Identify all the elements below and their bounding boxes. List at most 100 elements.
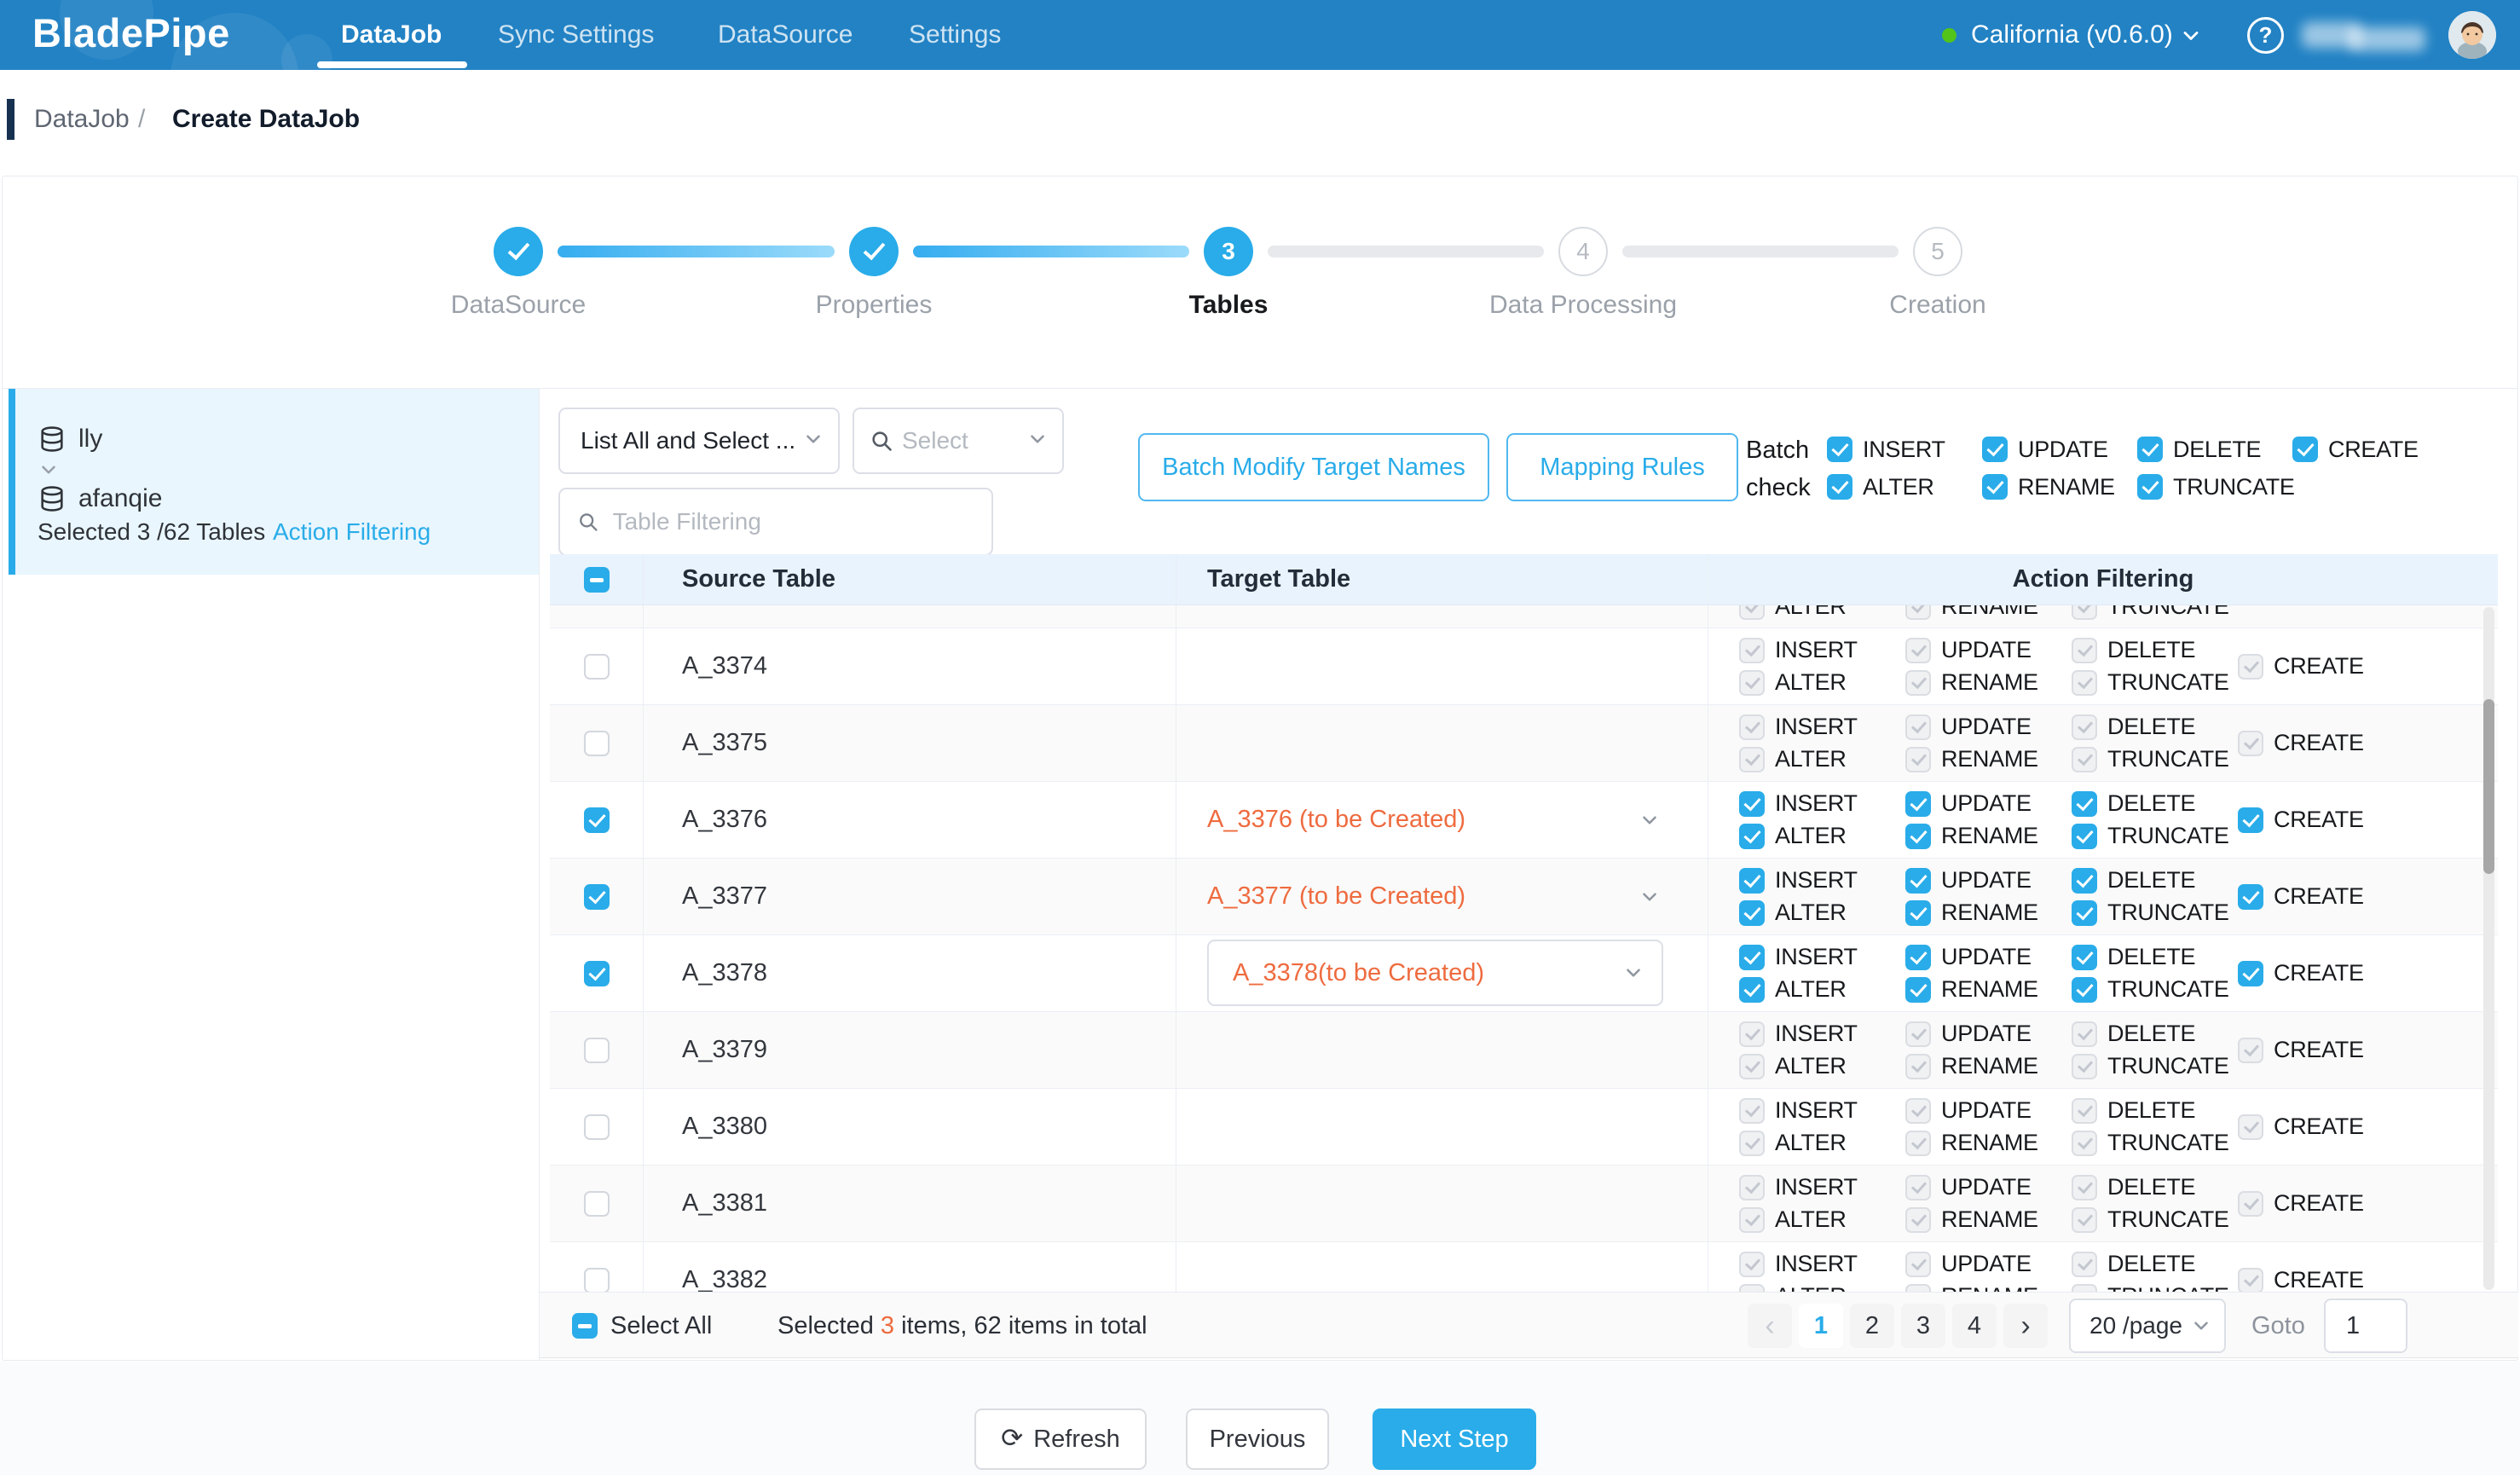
- action-rename-checkbox[interactable]: [1905, 977, 1931, 1003]
- action-update-label: UPDATE: [1941, 944, 2032, 970]
- action-create-checkbox: [2238, 654, 2263, 680]
- row-checkbox[interactable]: [584, 884, 610, 910]
- row-checkbox[interactable]: [584, 961, 610, 986]
- action-create-checkbox: [2238, 1191, 2263, 1217]
- mapping-rules-button[interactable]: Mapping Rules: [1506, 433, 1738, 501]
- action-create-checkbox[interactable]: [2238, 961, 2263, 986]
- row-checkbox[interactable]: [584, 1114, 610, 1140]
- refresh-button[interactable]: ⟳Refresh: [974, 1408, 1147, 1470]
- top-nav: BladePipe DataJob Sync Settings DataSour…: [0, 0, 2520, 70]
- action-create-checkbox[interactable]: [2238, 807, 2263, 833]
- pagination-prev-button[interactable]: ‹: [1748, 1304, 1792, 1348]
- step-label-datasource: DataSource: [373, 291, 663, 320]
- pagination-page-4[interactable]: 4: [1952, 1304, 1997, 1348]
- batch-check-label-line1: Batch: [1746, 437, 1809, 465]
- action-update-checkbox[interactable]: [1905, 791, 1931, 817]
- schema-select[interactable]: Select: [853, 408, 1064, 474]
- batch-update-checkbox[interactable]: [1982, 437, 2008, 462]
- action-truncate-checkbox[interactable]: [2072, 900, 2097, 926]
- action-create-label: CREATE: [2274, 653, 2364, 680]
- batch-rename-checkbox[interactable]: [1982, 474, 2008, 500]
- sidebar-selected-pair[interactable]: [9, 389, 539, 575]
- nav-item-settings[interactable]: Settings: [909, 0, 1001, 70]
- pagination-page-2[interactable]: 2: [1850, 1304, 1894, 1348]
- row-checkbox[interactable]: [584, 807, 610, 833]
- action-delete-checkbox: [2072, 1252, 2097, 1277]
- step-connector: [1268, 246, 1544, 257]
- row-checkbox[interactable]: [584, 1038, 610, 1063]
- scrollbar-thumb[interactable]: [2483, 699, 2494, 874]
- action-delete-label: DELETE: [2107, 1251, 2195, 1277]
- next-step-button[interactable]: Next Step: [1373, 1408, 1536, 1470]
- batch-insert-checkbox[interactable]: [1827, 437, 1852, 462]
- action-delete-checkbox[interactable]: [2072, 791, 2097, 817]
- chevron-down-icon[interactable]: [2179, 24, 2203, 48]
- schema-select-placeholder: Select: [902, 427, 968, 454]
- goto-page-input[interactable]: [2324, 1299, 2407, 1353]
- action-rename-checkbox: [1905, 1284, 1931, 1293]
- target-table-name[interactable]: A_3377 (to be Created): [1207, 882, 1465, 911]
- page-size-select[interactable]: 20 /page: [2069, 1299, 2226, 1353]
- nav-item-datajob[interactable]: DataJob: [341, 0, 442, 70]
- action-filtering-link[interactable]: Action Filtering: [273, 518, 431, 546]
- sidebar-target-row[interactable]: afanqie: [38, 484, 162, 513]
- target-db-name: afanqie: [78, 484, 162, 513]
- pagination-page-3[interactable]: 3: [1901, 1304, 1945, 1348]
- batch-create-checkbox[interactable]: [2292, 437, 2318, 462]
- action-create-checkbox[interactable]: [2238, 884, 2263, 910]
- nav-item-sync-settings[interactable]: Sync Settings: [498, 0, 654, 70]
- batch-alter-checkbox[interactable]: [1827, 474, 1852, 500]
- step-circle-datasource: [494, 227, 543, 276]
- action-insert-checkbox[interactable]: [1739, 868, 1765, 894]
- action-alter-checkbox[interactable]: [1739, 824, 1765, 849]
- help-icon[interactable]: ?: [2247, 17, 2284, 54]
- action-rename-checkbox[interactable]: [1905, 824, 1931, 849]
- action-insert-checkbox[interactable]: [1739, 791, 1765, 817]
- divider: [539, 389, 540, 1360]
- batch-truncate-checkbox[interactable]: [2137, 474, 2163, 500]
- action-truncate-checkbox[interactable]: [2072, 824, 2097, 849]
- nav-item-datasource[interactable]: DataSource: [718, 0, 853, 70]
- action-truncate-checkbox: [2072, 605, 2097, 620]
- action-insert-checkbox: [1739, 1252, 1765, 1277]
- action-truncate-checkbox[interactable]: [2072, 977, 2097, 1003]
- batch-delete-label: DELETE: [2173, 437, 2261, 463]
- vertical-scrollbar[interactable]: [2483, 607, 2494, 1290]
- row-checkbox[interactable]: [584, 1268, 610, 1293]
- row-checkbox[interactable]: [584, 731, 610, 756]
- action-rename-checkbox[interactable]: [1905, 900, 1931, 926]
- action-update-checkbox[interactable]: [1905, 868, 1931, 894]
- previous-button[interactable]: Previous: [1186, 1408, 1329, 1470]
- target-table-name[interactable]: A_3376 (to be Created): [1207, 806, 1465, 834]
- action-insert-checkbox[interactable]: [1739, 945, 1765, 970]
- select-all-label[interactable]: Select All: [610, 1293, 712, 1359]
- action-update-checkbox[interactable]: [1905, 945, 1931, 970]
- avatar[interactable]: [2448, 11, 2496, 59]
- action-delete-checkbox[interactable]: [2072, 868, 2097, 894]
- search-icon: [577, 510, 599, 534]
- pagination-page-1[interactable]: 1: [1799, 1304, 1843, 1348]
- batch-delete-checkbox[interactable]: [2137, 437, 2163, 462]
- action-delete-checkbox[interactable]: [2072, 945, 2097, 970]
- action-alter-label: ALTER: [1775, 1053, 1847, 1079]
- breadcrumb-section[interactable]: DataJob: [34, 99, 130, 140]
- action-insert-checkbox: [1739, 1098, 1765, 1124]
- cluster-selector[interactable]: California (v0.6.0): [1971, 0, 2173, 70]
- action-delete-checkbox: [2072, 1175, 2097, 1200]
- action-delete-label: DELETE: [2107, 637, 2195, 663]
- pagination-next-button[interactable]: ›: [2003, 1304, 2048, 1348]
- row-checkbox[interactable]: [584, 1191, 610, 1217]
- selection-summary: Selected 3 /62 Tables: [38, 518, 265, 546]
- sidebar-source-row[interactable]: lly: [38, 425, 102, 454]
- table-filter-input[interactable]: [611, 507, 974, 536]
- target-table-select[interactable]: A_3378(to be Created): [1207, 940, 1663, 1006]
- action-rename-label: RENAME: [1941, 1053, 2038, 1079]
- select-all-checkbox[interactable]: [572, 1313, 598, 1339]
- select-all-header-checkbox[interactable]: [584, 567, 610, 593]
- list-mode-select[interactable]: List All and Select ...: [558, 408, 840, 474]
- action-alter-checkbox[interactable]: [1739, 977, 1765, 1003]
- action-rename-label: RENAME: [1941, 746, 2038, 772]
- action-alter-checkbox[interactable]: [1739, 900, 1765, 926]
- row-checkbox[interactable]: [584, 654, 610, 680]
- batch-modify-target-names-button[interactable]: Batch Modify Target Names: [1138, 433, 1489, 501]
